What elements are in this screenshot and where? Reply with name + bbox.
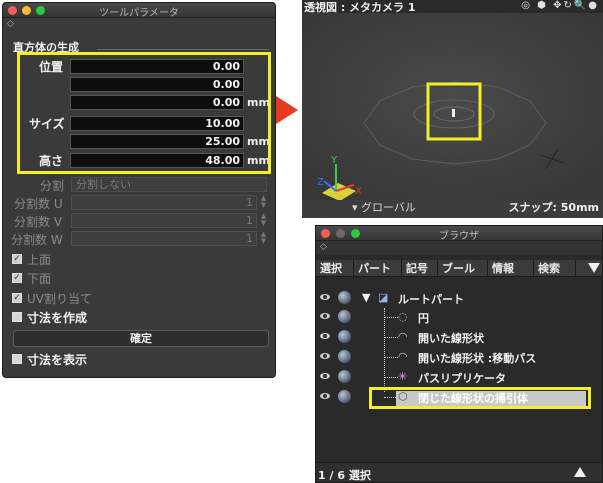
div-v-field[interactable]: 1 <box>71 213 257 228</box>
highlight-box-sweep <box>369 387 591 409</box>
top-face-checkbox[interactable]: ✓ <box>12 254 22 264</box>
uv-assign-checkbox[interactable]: ✓ <box>12 293 22 303</box>
browser-collapse-diamond-icon[interactable]: ◇ <box>320 242 327 252</box>
render-ball-icon[interactable] <box>338 350 351 363</box>
div-u-field[interactable]: 1 <box>71 195 257 210</box>
tree-label-path-replicator: パスリプリケータ <box>418 372 506 385</box>
bottom-face-checkbox[interactable]: ✓ <box>12 273 22 283</box>
highlight-box-params <box>17 52 271 174</box>
div-v-stepper[interactable]: ▲ ▼ <box>259 213 268 228</box>
tab-part[interactable]: パート <box>354 260 402 277</box>
div-w-label: 分割数 W <box>11 233 63 247</box>
browser-tabs: 選択 パート 記号 ブール 情報 検索 <box>316 260 602 277</box>
browser-status-bar: 1 / 6 選択 <box>316 462 602 482</box>
browser-titlebar[interactable]: ブラウザ <box>316 226 602 242</box>
viewport-scene: Y X Z <box>302 13 603 200</box>
div-u-label: 分割数 U <box>14 197 63 211</box>
render-ball-icon[interactable] <box>338 291 351 304</box>
root-part-icon: ◪ <box>378 291 389 304</box>
show-dimension-label: 寸法を表示 <box>27 353 88 367</box>
tab-info[interactable]: 情報 <box>488 260 534 277</box>
viewport-header: 透視図 : メタカメラ 1 ◎ ⬢ ✥↻🔍● <box>302 0 603 14</box>
division-select[interactable]: 分割しない <box>71 177 267 192</box>
div-w-field[interactable]: 1 <box>71 231 257 246</box>
group-divider <box>97 49 269 50</box>
visibility-eye-icon[interactable] <box>320 393 330 399</box>
z-axis-label: Z <box>317 177 324 188</box>
red-arrow-icon <box>276 96 298 124</box>
visibility-eye-icon[interactable] <box>320 313 330 319</box>
top-face-label: 上面 <box>27 253 52 267</box>
scroll-up-icon[interactable] <box>574 467 586 477</box>
tree-row-open-line[interactable]: ◠ 開いた線形状 <box>316 328 602 347</box>
browser-collapse-row: ◇ <box>316 241 602 255</box>
tree-row-circle[interactable]: ◌ 円 <box>316 308 602 327</box>
tool-panel-titlebar[interactable]: ツールパラメータ <box>3 3 275 19</box>
browser-panel: ブラウザ ◇ 選択 パート 記号 ブール 情報 検索 ▼ ◪ ルートパート ◌ … <box>315 225 603 483</box>
render-ball-icon[interactable] <box>338 330 351 343</box>
visibility-eye-icon[interactable] <box>320 353 330 359</box>
path-replicator-icon: ✳ <box>398 370 408 383</box>
x-axis-label: X <box>355 186 362 197</box>
confirm-button[interactable]: 確定 <box>13 330 269 347</box>
tab-select[interactable]: 選択 <box>316 260 354 277</box>
tab-boolean[interactable]: ブール <box>438 260 488 277</box>
collapse-diamond-icon[interactable]: ◇ <box>7 19 14 29</box>
selection-count: 1 / 6 選択 <box>318 469 371 482</box>
visibility-eye-icon[interactable] <box>320 373 330 379</box>
circle-icon: ◌ <box>398 310 408 323</box>
visibility-eye-icon[interactable] <box>320 333 330 339</box>
div-v-label: 分割数 V <box>14 215 63 229</box>
tree-row-root[interactable]: ▼ ◪ ルートパート <box>316 289 602 308</box>
create-dimension-label: 寸法を作成 <box>27 311 88 325</box>
tab-symbol[interactable]: 記号 <box>402 260 438 277</box>
snap-indicator[interactable]: スナップ: 50mm <box>509 199 599 215</box>
tree-label-open-line-path: 開いた線形状 :移動パス <box>418 352 537 365</box>
tool-parameter-panel: ツールパラメータ ◇ 直方体の生成 位置 0.00 0.00 0.00 mm サ… <box>2 2 276 378</box>
browser-title: ブラウザ <box>439 231 479 242</box>
div-u-stepper[interactable]: ▲ ▼ <box>259 195 268 210</box>
tab-search[interactable]: 検索 <box>534 260 576 277</box>
tree-label-root: ルートパート <box>398 293 464 306</box>
viewport-tool-icons[interactable]: ◎ ⬢ ✥↻🔍● <box>521 0 599 11</box>
render-ball-icon[interactable] <box>338 310 351 323</box>
tree-row-open-line-path[interactable]: ◠ 開いた線形状 :移動パス <box>316 348 602 367</box>
div-w-stepper[interactable]: ▲ ▼ <box>259 231 268 246</box>
bottom-face-label: 下面 <box>27 272 52 286</box>
tree-row-path-replicator[interactable]: ✳ パスリプリケータ <box>316 368 602 387</box>
sweep-object[interactable] <box>452 109 455 117</box>
expand-triangle-icon[interactable]: ▼ <box>362 291 370 304</box>
global-coordinate-dropdown[interactable]: ▾ グローバル <box>352 199 416 215</box>
perspective-viewport[interactable]: 透視図 : メタカメラ 1 ◎ ⬢ ✥↻🔍● Y X Z ▾ グローバル スナッ… <box>302 0 603 218</box>
uv-assign-label: UV割り当て <box>27 292 92 306</box>
tree-label-circle: 円 <box>418 312 429 325</box>
open-line-icon: ◠ <box>398 330 408 343</box>
render-ball-icon[interactable] <box>338 390 351 403</box>
tool-panel-title: ツールパラメータ <box>99 8 179 19</box>
division-label: 分割 <box>40 179 65 193</box>
show-dimension-checkbox[interactable] <box>12 354 22 364</box>
tree-label-open-line: 開いた線形状 <box>418 332 484 345</box>
open-line-icon: ◠ <box>398 350 408 363</box>
y-axis-label: Y <box>330 155 338 166</box>
visibility-eye-icon[interactable] <box>320 294 330 300</box>
collapse-row: ◇ <box>3 18 275 32</box>
tabs-dropdown-icon[interactable] <box>588 263 600 273</box>
create-dimension-checkbox[interactable] <box>12 312 22 322</box>
render-ball-icon[interactable] <box>338 370 351 383</box>
